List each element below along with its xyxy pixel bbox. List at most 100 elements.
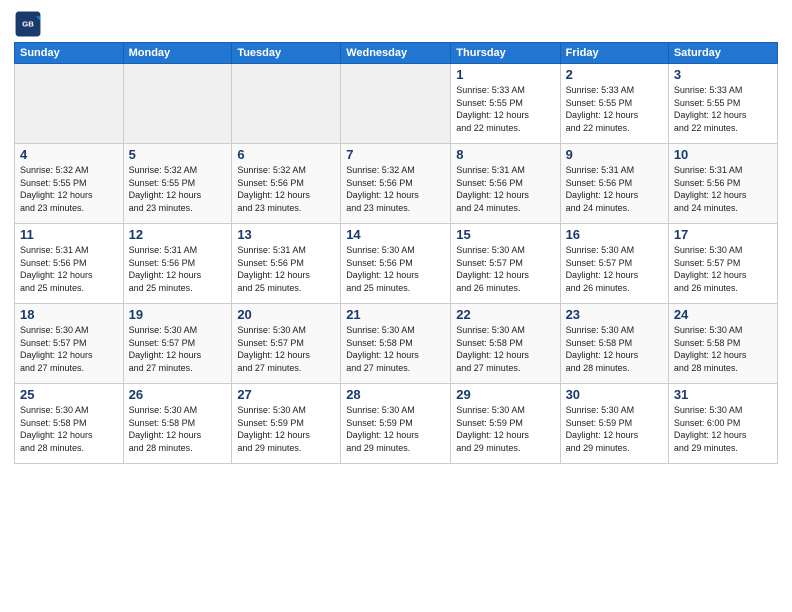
calendar-cell: 26Sunrise: 5:30 AMSunset: 5:58 PMDayligh… [123, 384, 232, 464]
day-number: 3 [674, 67, 772, 82]
day-number: 29 [456, 387, 554, 402]
day-info: Sunrise: 5:32 AMSunset: 5:56 PMDaylight:… [237, 164, 335, 214]
calendar-week-4: 18Sunrise: 5:30 AMSunset: 5:57 PMDayligh… [15, 304, 778, 384]
day-info: Sunrise: 5:30 AMSunset: 5:57 PMDaylight:… [20, 324, 118, 374]
day-number: 13 [237, 227, 335, 242]
calendar-cell [15, 64, 124, 144]
day-number: 4 [20, 147, 118, 162]
day-info: Sunrise: 5:30 AMSunset: 5:57 PMDaylight:… [129, 324, 227, 374]
day-info: Sunrise: 5:33 AMSunset: 5:55 PMDaylight:… [674, 84, 772, 134]
calendar-cell [341, 64, 451, 144]
calendar-cell [123, 64, 232, 144]
calendar-cell: 7 Sunrise: 5:32 AMSunset: 5:56 PMDaylight… [341, 144, 451, 224]
calendar-cell: 16 Sunrise: 5:30 AMSunset: 5:57 PMDayligh… [560, 224, 668, 304]
day-info: Sunrise: 5:30 AMSunset: 5:57 PMDaylight:… [674, 244, 772, 294]
day-info: Sunrise: 5:30 AMSunset: 5:59 PMDaylight:… [346, 404, 445, 454]
day-number: 22 [456, 307, 554, 322]
day-info: Sunrise: 5:32 AMSunset: 5:56 PMDaylight:… [346, 164, 445, 214]
day-info: Sunrise: 5:30 AMSunset: 5:56 PMDaylight:… [346, 244, 445, 294]
day-number: 7 [346, 147, 445, 162]
weekday-tuesday: Tuesday [232, 43, 341, 64]
day-info: Sunrise: 5:30 AMSunset: 6:00 PMDaylight:… [674, 404, 772, 454]
weekday-saturday: Saturday [668, 43, 777, 64]
weekday-wednesday: Wednesday [341, 43, 451, 64]
calendar-cell: 2 Sunrise: 5:33 AMSunset: 5:55 PMDaylight… [560, 64, 668, 144]
weekday-header-row: SundayMondayTuesdayWednesdayThursdayFrid… [15, 43, 778, 64]
calendar-week-3: 11 Sunrise: 5:31 AMSunset: 5:56 PMDayligh… [15, 224, 778, 304]
day-number: 19 [129, 307, 227, 322]
weekday-thursday: Thursday [451, 43, 560, 64]
calendar-cell: 17 Sunrise: 5:30 AMSunset: 5:57 PMDayligh… [668, 224, 777, 304]
day-info: Sunrise: 5:33 AMSunset: 5:55 PMDaylight:… [456, 84, 554, 134]
day-info: Sunrise: 5:30 AMSunset: 5:58 PMDaylight:… [346, 324, 445, 374]
day-number: 28 [346, 387, 445, 402]
day-number: 15 [456, 227, 554, 242]
day-info: Sunrise: 5:31 AMSunset: 5:56 PMDaylight:… [20, 244, 118, 294]
calendar-week-2: 4 Sunrise: 5:32 AMSunset: 5:55 PMDaylight… [15, 144, 778, 224]
day-number: 9 [566, 147, 663, 162]
day-number: 14 [346, 227, 445, 242]
day-number: 11 [20, 227, 118, 242]
calendar-cell: 12 Sunrise: 5:31 AMSunset: 5:56 PMDayligh… [123, 224, 232, 304]
calendar-table: SundayMondayTuesdayWednesdayThursdayFrid… [14, 42, 778, 464]
day-number: 1 [456, 67, 554, 82]
calendar-page: GB SundayMondayTuesdayWednesdayThursdayF… [0, 0, 792, 612]
day-number: 21 [346, 307, 445, 322]
day-number: 2 [566, 67, 663, 82]
logo: GB [14, 10, 46, 38]
calendar-cell: 15 Sunrise: 5:30 AMSunset: 5:57 PMDayligh… [451, 224, 560, 304]
day-info: Sunrise: 5:31 AMSunset: 5:56 PMDaylight:… [674, 164, 772, 214]
day-info: Sunrise: 5:30 AMSunset: 5:57 PMDaylight:… [456, 244, 554, 294]
calendar-cell: 21 Sunrise: 5:30 AMSunset: 5:58 PMDayligh… [341, 304, 451, 384]
weekday-friday: Friday [560, 43, 668, 64]
calendar-cell: 9 Sunrise: 5:31 AMSunset: 5:56 PMDaylight… [560, 144, 668, 224]
calendar-cell: 14 Sunrise: 5:30 AMSunset: 5:56 PMDayligh… [341, 224, 451, 304]
day-info: Sunrise: 5:30 AMSunset: 5:59 PMDaylight:… [566, 404, 663, 454]
calendar-cell: 8Sunrise: 5:31 AMSunset: 5:56 PMDaylight… [451, 144, 560, 224]
day-number: 12 [129, 227, 227, 242]
day-number: 6 [237, 147, 335, 162]
calendar-cell: 3 Sunrise: 5:33 AMSunset: 5:55 PMDaylight… [668, 64, 777, 144]
calendar-cell [232, 64, 341, 144]
calendar-body: 1 Sunrise: 5:33 AMSunset: 5:55 PMDaylight… [15, 64, 778, 464]
calendar-cell: 4 Sunrise: 5:32 AMSunset: 5:55 PMDaylight… [15, 144, 124, 224]
logo-icon: GB [14, 10, 42, 38]
day-info: Sunrise: 5:30 AMSunset: 5:58 PMDaylight:… [456, 324, 554, 374]
svg-text:GB: GB [22, 19, 34, 28]
calendar-cell: 30 Sunrise: 5:30 AMSunset: 5:59 PMDayligh… [560, 384, 668, 464]
calendar-cell: 18Sunrise: 5:30 AMSunset: 5:57 PMDayligh… [15, 304, 124, 384]
day-info: Sunrise: 5:30 AMSunset: 5:58 PMDaylight:… [674, 324, 772, 374]
day-number: 30 [566, 387, 663, 402]
day-info: Sunrise: 5:32 AMSunset: 5:55 PMDaylight:… [20, 164, 118, 214]
calendar-cell: 20Sunrise: 5:30 AMSunset: 5:57 PMDayligh… [232, 304, 341, 384]
calendar-week-1: 1 Sunrise: 5:33 AMSunset: 5:55 PMDaylight… [15, 64, 778, 144]
page-header: GB [14, 10, 778, 38]
day-number: 17 [674, 227, 772, 242]
weekday-sunday: Sunday [15, 43, 124, 64]
calendar-cell: 25 Sunrise: 5:30 AMSunset: 5:58 PMDayligh… [15, 384, 124, 464]
day-info: Sunrise: 5:31 AMSunset: 5:56 PMDaylight:… [129, 244, 227, 294]
calendar-cell: 5 Sunrise: 5:32 AMSunset: 5:55 PMDaylight… [123, 144, 232, 224]
day-number: 5 [129, 147, 227, 162]
day-info: Sunrise: 5:33 AMSunset: 5:55 PMDaylight:… [566, 84, 663, 134]
calendar-cell: 23Sunrise: 5:30 AMSunset: 5:58 PMDayligh… [560, 304, 668, 384]
calendar-cell: 29Sunrise: 5:30 AMSunset: 5:59 PMDayligh… [451, 384, 560, 464]
day-info: Sunrise: 5:30 AMSunset: 5:58 PMDaylight:… [20, 404, 118, 454]
calendar-cell: 31Sunrise: 5:30 AMSunset: 6:00 PMDayligh… [668, 384, 777, 464]
day-number: 27 [237, 387, 335, 402]
calendar-cell: 1 Sunrise: 5:33 AMSunset: 5:55 PMDaylight… [451, 64, 560, 144]
day-info: Sunrise: 5:30 AMSunset: 5:58 PMDaylight:… [129, 404, 227, 454]
calendar-header: SundayMondayTuesdayWednesdayThursdayFrid… [15, 43, 778, 64]
calendar-cell: 11 Sunrise: 5:31 AMSunset: 5:56 PMDayligh… [15, 224, 124, 304]
day-info: Sunrise: 5:30 AMSunset: 5:57 PMDaylight:… [566, 244, 663, 294]
weekday-monday: Monday [123, 43, 232, 64]
day-number: 23 [566, 307, 663, 322]
day-number: 25 [20, 387, 118, 402]
day-info: Sunrise: 5:31 AMSunset: 5:56 PMDaylight:… [566, 164, 663, 214]
calendar-cell: 24Sunrise: 5:30 AMSunset: 5:58 PMDayligh… [668, 304, 777, 384]
day-info: Sunrise: 5:32 AMSunset: 5:55 PMDaylight:… [129, 164, 227, 214]
day-number: 20 [237, 307, 335, 322]
day-number: 16 [566, 227, 663, 242]
calendar-cell: 13Sunrise: 5:31 AMSunset: 5:56 PMDayligh… [232, 224, 341, 304]
calendar-week-5: 25 Sunrise: 5:30 AMSunset: 5:58 PMDayligh… [15, 384, 778, 464]
